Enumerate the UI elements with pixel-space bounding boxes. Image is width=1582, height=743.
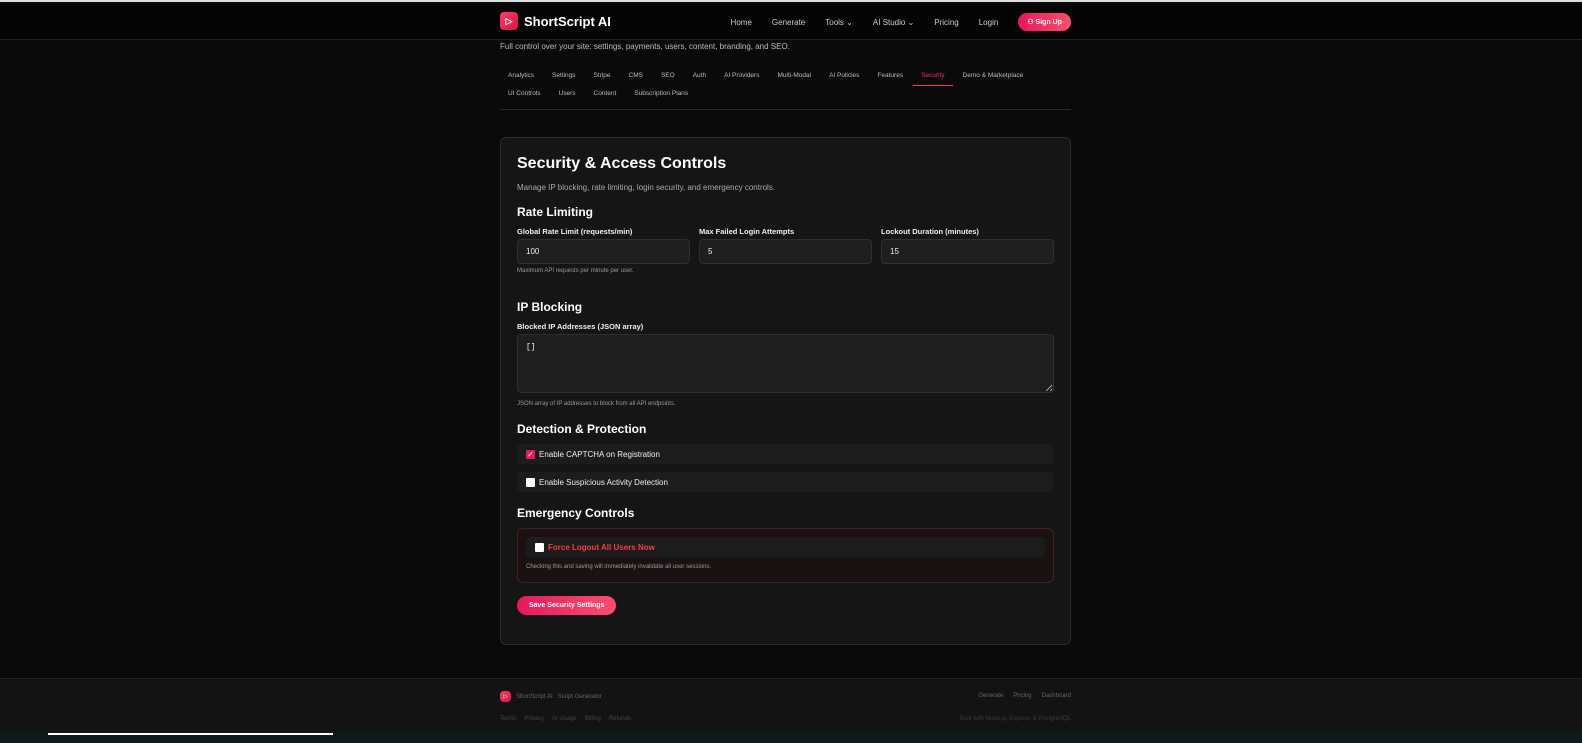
footer-link-pricing[interactable]: Pricing bbox=[1013, 693, 1031, 699]
failed-login-label: Max Failed Login Attempts bbox=[699, 227, 795, 236]
nav-tools-label: Tools bbox=[825, 17, 844, 27]
tab-stripe[interactable]: Stripe bbox=[586, 68, 619, 86]
footer: ▷ ShortScript AI Script Generator Genera… bbox=[0, 678, 1582, 735]
tab-analytics[interactable]: Analytics bbox=[500, 68, 542, 86]
blocked-ip-help: JSON array of IP addresses to block from… bbox=[517, 401, 676, 407]
lockout-input[interactable]: 15 bbox=[881, 239, 1054, 264]
nav-tools[interactable]: Tools ⌄ bbox=[825, 18, 853, 27]
global-rate-help: Maximum API requests per minute per user… bbox=[517, 268, 634, 274]
chevron-down-icon: ⌄ bbox=[907, 17, 915, 27]
tab-subscription-plans[interactable]: Subscription Plans bbox=[626, 86, 696, 103]
tab-features[interactable]: Features bbox=[869, 68, 911, 86]
nav-home[interactable]: Home bbox=[731, 18, 752, 27]
brand-name: ShortScript AI bbox=[524, 13, 611, 29]
nav-generate[interactable]: Generate bbox=[772, 18, 805, 27]
user-plus-icon: ⚇ bbox=[1027, 19, 1036, 26]
tab-content[interactable]: Content bbox=[586, 86, 625, 103]
blocked-ip-label: Blocked IP Addresses (JSON array) bbox=[517, 322, 644, 331]
tab-seo[interactable]: SEO bbox=[653, 68, 683, 86]
footer-link-generate[interactable]: Generate bbox=[978, 693, 1003, 699]
captcha-checkbox-row[interactable]: ✓ Enable CAPTCHA on Registration bbox=[517, 444, 1054, 464]
tab-multi-modal[interactable]: Multi-Modal bbox=[769, 68, 819, 86]
save-security-button[interactable]: Save Security Settings bbox=[517, 596, 617, 615]
footer-link-billing[interactable]: Billing bbox=[585, 716, 601, 722]
footer-link-ai-usage[interactable]: AI Usage bbox=[552, 716, 577, 722]
tab-ai-policies[interactable]: AI Policies bbox=[821, 68, 867, 86]
brand-logo[interactable]: ▷ ShortScript AI bbox=[500, 12, 611, 30]
security-card: Security & Access Controls Manage IP blo… bbox=[500, 137, 1071, 645]
global-rate-label: Global Rate Limit (requests/min) bbox=[517, 227, 633, 236]
signup-label: Sign Up bbox=[1035, 19, 1062, 26]
tab-security[interactable]: Security bbox=[913, 68, 953, 86]
main-nav: Home Generate Tools ⌄ AI Studio ⌄ Pricin… bbox=[731, 13, 1071, 31]
tab-settings[interactable]: Settings bbox=[544, 68, 584, 86]
tab-ui-controls[interactable]: UI Controls bbox=[500, 86, 549, 103]
ip-blocking-heading: IP Blocking bbox=[517, 300, 583, 314]
force-logout-row[interactable]: Force Logout All Users Now bbox=[526, 537, 1045, 557]
failed-login-input[interactable]: 5 bbox=[699, 239, 872, 264]
emergency-heading: Emergency Controls bbox=[517, 506, 635, 520]
force-logout-checkbox[interactable] bbox=[535, 542, 544, 552]
tab-ai-providers[interactable]: AI Providers bbox=[716, 68, 767, 86]
play-icon: ▷ bbox=[500, 691, 511, 702]
global-rate-input[interactable]: 100 bbox=[517, 239, 690, 264]
bottom-bar bbox=[0, 733, 1582, 743]
nav-login[interactable]: Login bbox=[979, 18, 999, 27]
footer-brand: ShortScript AI bbox=[516, 693, 553, 700]
nav-ai-studio-label: AI Studio bbox=[872, 17, 906, 27]
nav-ai-studio[interactable]: AI Studio ⌄ bbox=[873, 18, 914, 27]
rate-limiting-heading: Rate Limiting bbox=[517, 205, 594, 219]
page-subtitle: Full control over your site: settings, p… bbox=[500, 42, 790, 51]
tab-cms[interactable]: CMS bbox=[621, 68, 651, 86]
footer-link-privacy[interactable]: Privacy bbox=[524, 716, 544, 722]
play-icon: ▷ bbox=[500, 12, 518, 30]
captcha-checkbox[interactable]: ✓ bbox=[526, 449, 535, 459]
signup-button[interactable]: ⚇ Sign Up bbox=[1018, 13, 1071, 31]
suspicious-label: Enable Suspicious Activity Detection bbox=[539, 477, 668, 487]
blocked-ip-textarea[interactable]: [] bbox=[517, 334, 1054, 393]
footer-link-terms[interactable]: Terms bbox=[500, 716, 516, 722]
suspicious-checkbox-row[interactable]: Enable Suspicious Activity Detection bbox=[517, 472, 1054, 492]
top-nav: ▷ ShortScript AI Home Generate Tools ⌄ AI… bbox=[0, 4, 1582, 40]
force-logout-label: Force Logout All Users Now bbox=[548, 542, 655, 552]
suspicious-checkbox[interactable] bbox=[526, 477, 535, 487]
scroll-indicator[interactable] bbox=[48, 733, 333, 735]
captcha-label: Enable CAPTCHA on Registration bbox=[539, 449, 660, 459]
tab-users[interactable]: Users bbox=[551, 86, 584, 103]
footer-tagline: Script Generator bbox=[557, 693, 602, 700]
force-logout-help: Checking this and saving will immediatel… bbox=[526, 564, 712, 570]
tab-auth[interactable]: Auth bbox=[685, 68, 714, 86]
lockout-label: Lockout Duration (minutes) bbox=[881, 227, 979, 236]
tab-demo-marketplace[interactable]: Demo & Marketplace bbox=[955, 68, 1032, 86]
footer-link-refunds[interactable]: Refunds bbox=[609, 716, 631, 722]
nav-pricing[interactable]: Pricing bbox=[934, 18, 958, 27]
emergency-box: Force Logout All Users Now Checking this… bbox=[517, 528, 1054, 583]
footer-built-with: Built with Node.js, Express & PostgreSQL bbox=[959, 716, 1071, 722]
card-description: Manage IP blocking, rate limiting, login… bbox=[517, 183, 776, 192]
footer-link-dashboard[interactable]: Dashboard bbox=[1042, 693, 1071, 699]
admin-tabs: Analytics Settings Stripe CMS SEO Auth AI Prov… bbox=[500, 68, 1071, 110]
chevron-down-icon: ⌄ bbox=[846, 17, 853, 27]
detection-heading: Detection & Protection bbox=[517, 422, 647, 436]
card-title: Security & Access Controls bbox=[517, 155, 727, 172]
